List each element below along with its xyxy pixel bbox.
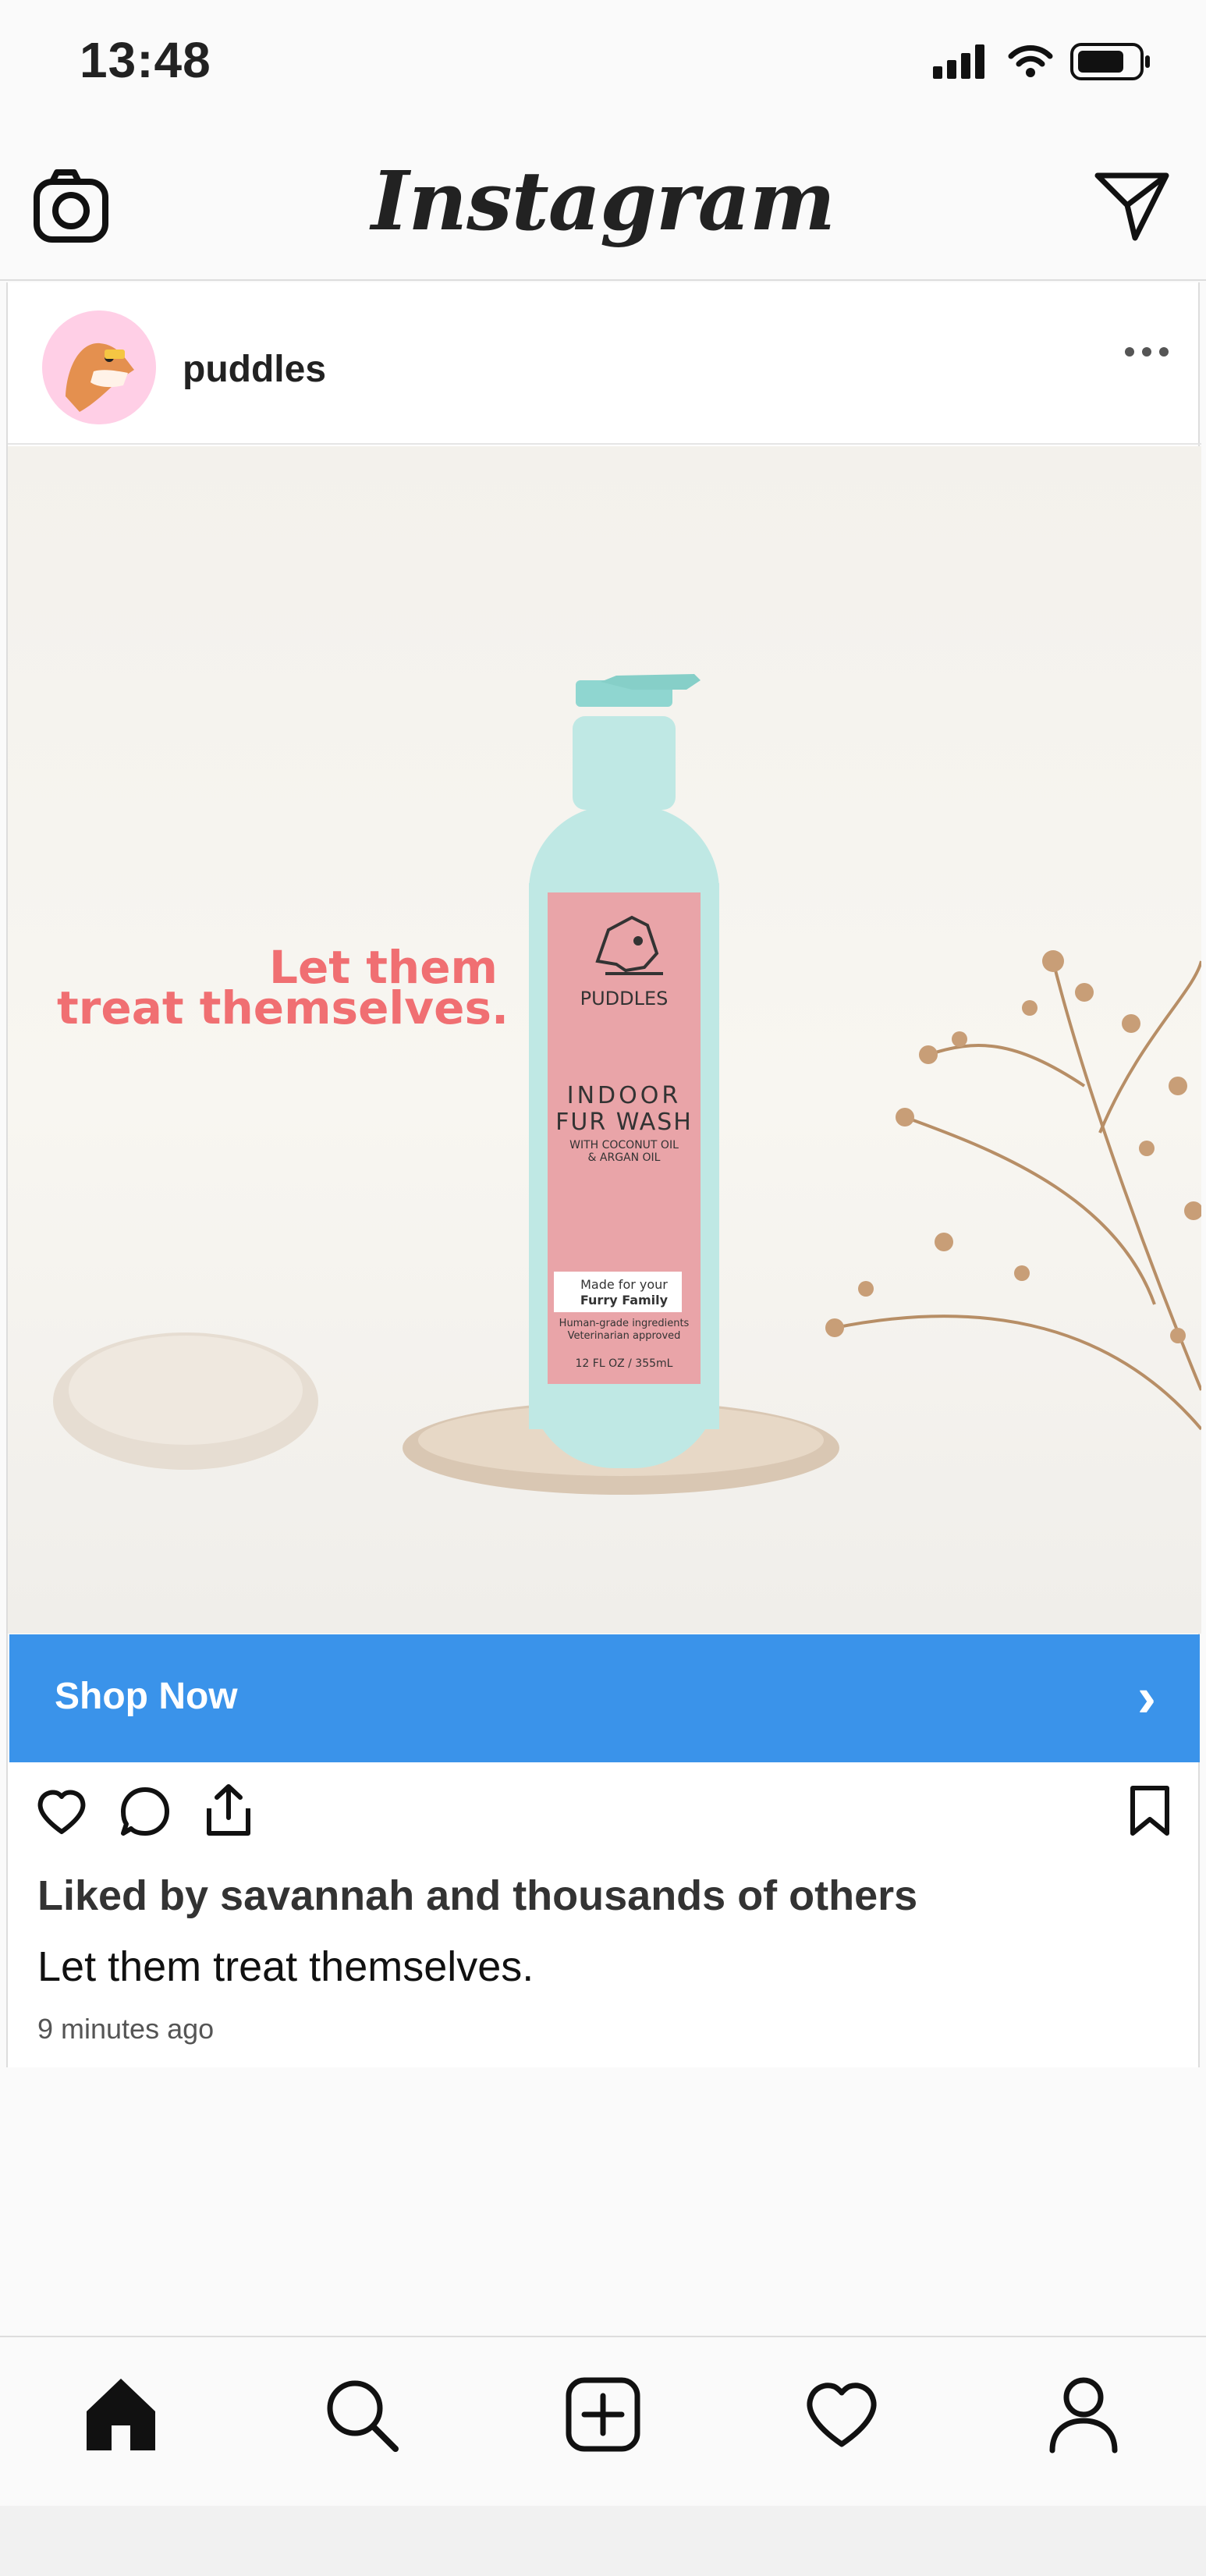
top-bar: Instagram	[0, 133, 1206, 281]
search-icon[interactable]	[318, 2372, 404, 2457]
volume-label: 12 FL OZ / 355mL	[576, 1357, 673, 1370]
ingredients-line1: Human-grade ingredients	[559, 1318, 690, 1329]
status-time: 13:48	[80, 32, 211, 88]
post-time: 9 minutes ago	[37, 2013, 215, 2045]
app-frame: 13:48 Instagram puddles Let them treat t…	[0, 0, 1206, 2576]
chevron-right-icon: ›	[1137, 1666, 1156, 1729]
activity-heart-icon[interactable]	[799, 2372, 885, 2457]
post-card: puddles Let them treat themselves. PUDDL…	[6, 282, 1201, 2067]
post-username[interactable]: puddles	[183, 348, 326, 391]
ad-headline-line2: treat themselves.	[57, 981, 509, 1034]
made-for-line1: Made for your	[580, 1277, 668, 1292]
heart-icon[interactable]	[34, 1785, 89, 1840]
share-icon[interactable]	[201, 1782, 256, 1840]
add-icon[interactable]	[560, 2372, 646, 2457]
shop-now-button[interactable]: Shop Now ›	[9, 1634, 1200, 1762]
product-sub-line2: & ARGAN OIL	[588, 1151, 661, 1164]
ingredients-line2: Veterinarian approved	[568, 1330, 681, 1342]
liked-by-text[interactable]: Liked by savannah and thousands of other…	[37, 1872, 917, 1920]
comment-icon[interactable]	[119, 1785, 173, 1840]
wifi-icon	[1008, 45, 1053, 77]
send-icon[interactable]	[1089, 164, 1175, 250]
brand-name: PUDDLES	[580, 988, 669, 1009]
status-bar: 13:48	[0, 0, 1206, 133]
shop-now-label: Shop Now	[55, 1676, 238, 1717]
post-actions	[8, 1772, 1201, 1866]
home-icon[interactable]	[78, 2372, 164, 2457]
dried-flowers	[834, 960, 1201, 1431]
post-header: puddles	[8, 282, 1201, 445]
product-name-line1: INDOOR	[567, 1082, 681, 1109]
status-icons	[933, 43, 1151, 80]
avatar[interactable]	[42, 310, 156, 424]
product-bottle	[529, 674, 719, 1468]
home-indicator-area	[0, 2506, 1206, 2576]
bottom-nav	[0, 2336, 1206, 2506]
product-sub-line1: WITH COCONUT OIL	[569, 1139, 679, 1151]
more-icon[interactable]	[1123, 321, 1170, 370]
signal-icon	[933, 44, 984, 79]
post-caption: Let them treat themselves.	[37, 1943, 534, 1990]
made-for-line2: Furry Family	[580, 1293, 669, 1308]
battery-icon	[1070, 43, 1150, 80]
post-image[interactable]: Let them treat themselves. PUDDLES INDOO…	[8, 446, 1201, 1634]
product-name-line2: FUR WASH	[555, 1109, 693, 1136]
app-logo: Instagram	[371, 153, 835, 249]
profile-icon[interactable]	[1041, 2372, 1126, 2457]
bookmark-icon[interactable]	[1126, 1783, 1173, 1838]
